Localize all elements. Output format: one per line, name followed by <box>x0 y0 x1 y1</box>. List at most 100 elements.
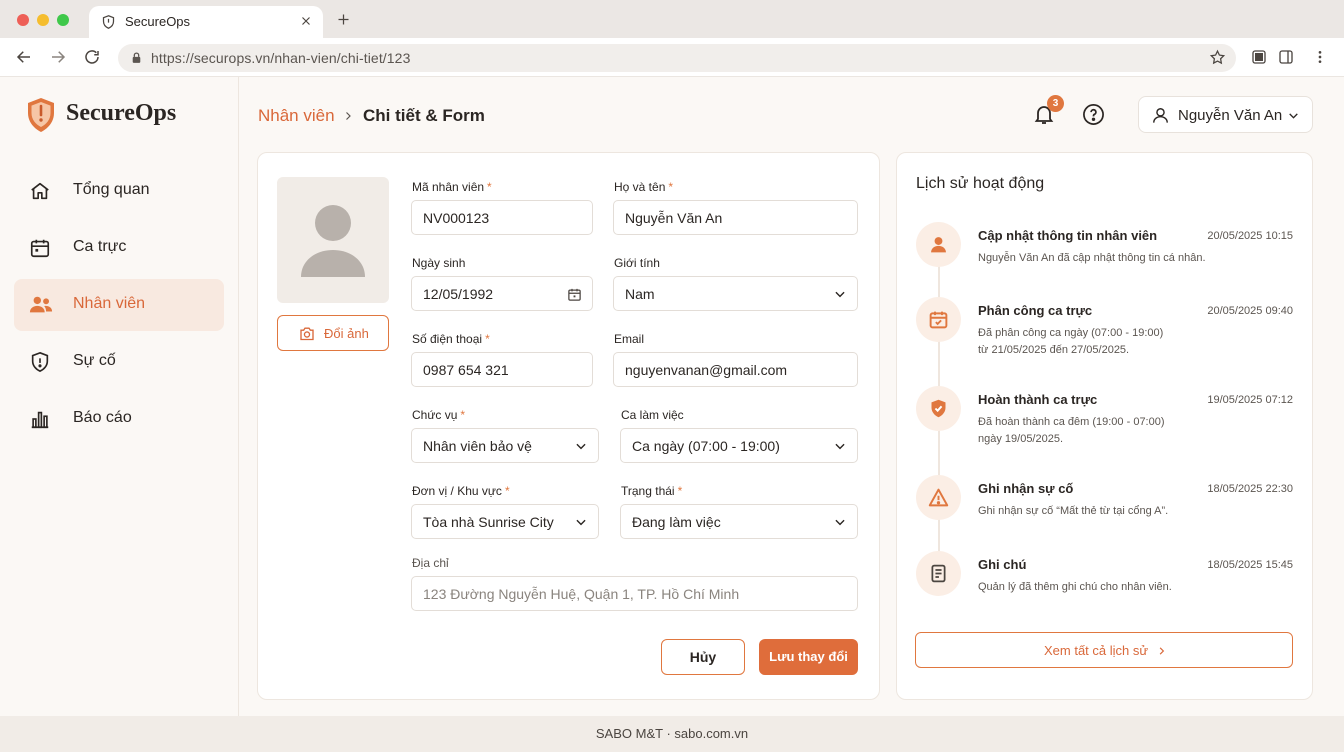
unit-select[interactable]: Tòa nhà Sunrise City <box>411 504 599 539</box>
note-icon <box>931 564 946 583</box>
camera-icon <box>299 326 315 341</box>
more-menu-icon[interactable] <box>1312 49 1328 65</box>
status-label: Trạng thái * <box>621 484 683 498</box>
email-label: Email <box>614 332 645 346</box>
email-input[interactable]: nguyenvanan@gmail.com <box>613 352 858 387</box>
position-label: Chức vụ * <box>412 408 466 422</box>
calendar-check-icon <box>929 311 948 329</box>
sidebar-item-label: Nhân viên <box>73 295 146 312</box>
breadcrumb-parent[interactable]: Nhân viên <box>258 106 335 126</box>
url-field[interactable]: https://securops.vn/nhan-vien/chi-tiet/1… <box>118 44 1236 72</box>
activity-desc: Quản lý đã thêm ghi chú cho nhân viên. <box>978 581 1172 593</box>
shield-check-icon <box>931 399 946 418</box>
forward-arrow-icon[interactable] <box>49 48 67 66</box>
home-icon <box>29 180 51 202</box>
activity-icon-circle <box>916 475 961 520</box>
logo-text: SecureOps <box>66 100 177 126</box>
activity-time: 18/05/2025 22:30 <box>1207 483 1293 495</box>
activity-icon-circle <box>916 297 961 342</box>
avatar-placeholder-icon <box>301 205 365 277</box>
full-name-label: Họ và tên * <box>614 180 674 194</box>
window-close-dot[interactable] <box>17 14 29 26</box>
activity-desc: Đã phân công ca ngày (07:00 - 19:00) <box>978 327 1164 339</box>
browser-tab[interactable]: SecureOps <box>89 6 323 38</box>
browser-address-bar: https://securops.vn/nhan-vien/chi-tiet/1… <box>0 38 1344 77</box>
employee-id-label: Mã nhân viên * <box>412 180 492 194</box>
shift-select[interactable]: Ca ngày (07:00 - 19:00) <box>620 428 858 463</box>
chevron-down-icon <box>833 439 847 453</box>
activity-icon-circle <box>916 222 961 267</box>
lock-icon <box>130 51 143 65</box>
new-tab-icon[interactable] <box>336 12 351 27</box>
activity-icon-circle <box>916 386 961 431</box>
status-select[interactable]: Đang làm việc <box>620 504 858 539</box>
shield-alert-icon <box>29 351 51 373</box>
user-icon <box>931 237 946 253</box>
chevron-down-icon <box>833 515 847 529</box>
tab-title: SecureOps <box>125 14 191 29</box>
window-maximize-dot[interactable] <box>57 14 69 26</box>
sidebar-item-employees[interactable]: Nhân viên <box>14 279 224 331</box>
view-all-label: Xem tất cả lịch sử <box>1044 643 1149 658</box>
phone-input[interactable]: 0987 654 321 <box>411 352 593 387</box>
address-label: Địa chỉ <box>412 556 449 570</box>
extension-icon[interactable] <box>1251 49 1267 65</box>
warning-icon <box>928 488 949 507</box>
sidebar-item-reports[interactable]: Báo cáo <box>14 393 224 445</box>
close-icon[interactable] <box>299 14 313 28</box>
position-select[interactable]: Nhân viên bảo vệ <box>411 428 599 463</box>
help-icon[interactable] <box>1082 103 1105 126</box>
activity-name: Cập nhật thông tin nhân viên <box>978 228 1158 243</box>
footer: SABO M&T · sabo.com.vn <box>0 716 1344 752</box>
chevron-down-icon <box>574 515 588 529</box>
change-photo-label: Đổi ảnh <box>324 326 369 341</box>
sidebar-item-incidents[interactable]: Sự cố <box>14 336 224 388</box>
save-button[interactable]: Lưu thay đổi <box>759 639 858 675</box>
page-title: Chi tiết & Form <box>363 106 485 125</box>
full-name-input[interactable]: Nguyễn Văn An <box>613 200 858 235</box>
gender-label: Giới tính <box>614 256 660 270</box>
shift-label: Ca làm việc <box>621 408 684 422</box>
phone-label: Số điện thoại * <box>412 332 490 346</box>
activity-icon-circle <box>916 551 961 596</box>
gender-select[interactable]: Nam <box>613 276 858 311</box>
sidebar-item-shifts[interactable]: Ca trực <box>14 222 224 274</box>
users-icon <box>29 294 53 316</box>
sidebar-item-label: Sự cố <box>73 352 116 369</box>
chevron-down-icon <box>574 439 588 453</box>
avatar <box>277 177 389 303</box>
browser-tab-bar: SecureOps <box>0 0 1344 38</box>
user-icon <box>1151 106 1170 125</box>
sidebar-toggle-icon[interactable] <box>1278 49 1294 65</box>
star-icon[interactable] <box>1209 49 1226 66</box>
employee-id-input[interactable]: NV000123 <box>411 200 593 235</box>
shield-icon <box>101 14 116 30</box>
cancel-button[interactable]: Hủy <box>661 639 745 675</box>
change-photo-button[interactable]: Đổi ảnh <box>277 315 389 351</box>
dob-input[interactable]: 12/05/1992 <box>411 276 593 311</box>
view-all-history-button[interactable]: Xem tất cả lịch sử <box>915 632 1293 668</box>
bar-chart-icon <box>29 408 51 430</box>
sidebar: SecureOps Tổng quan Ca trực Nhân viên Sự… <box>0 77 239 716</box>
sidebar-item-label: Ca trực <box>73 238 127 255</box>
chevron-down-icon <box>833 287 847 301</box>
activity-name: Ghi nhận sự cố <box>978 481 1074 496</box>
back-arrow-icon[interactable] <box>15 48 33 66</box>
activity-desc: ngày 19/05/2025. <box>978 433 1064 445</box>
unit-label: Đơn vị / Khu vực * <box>412 484 510 498</box>
activity-desc: từ 21/05/2025 đến 27/05/2025. <box>978 344 1130 356</box>
address-input[interactable]: 123 Đường Nguyễn Huệ, Quận 1, TP. Hồ Chí… <box>411 576 858 611</box>
chevron-down-icon <box>1287 109 1300 122</box>
calendar-icon[interactable] <box>567 287 582 302</box>
user-menu[interactable]: Nguyễn Văn An <box>1138 96 1313 133</box>
activity-name: Ghi chú <box>978 557 1027 572</box>
window-minimize-dot[interactable] <box>37 14 49 26</box>
activity-time: 18/05/2025 15:45 <box>1207 559 1293 571</box>
sidebar-item-overview[interactable]: Tổng quan <box>14 165 224 217</box>
url-text: https://securops.vn/nhan-vien/chi-tiet/1… <box>151 50 411 66</box>
reload-icon[interactable] <box>83 48 101 66</box>
notification-badge: 3 <box>1047 95 1064 112</box>
activity-time: 20/05/2025 09:40 <box>1207 305 1293 317</box>
calendar-icon <box>29 237 51 259</box>
chevron-right-icon <box>1156 645 1167 657</box>
